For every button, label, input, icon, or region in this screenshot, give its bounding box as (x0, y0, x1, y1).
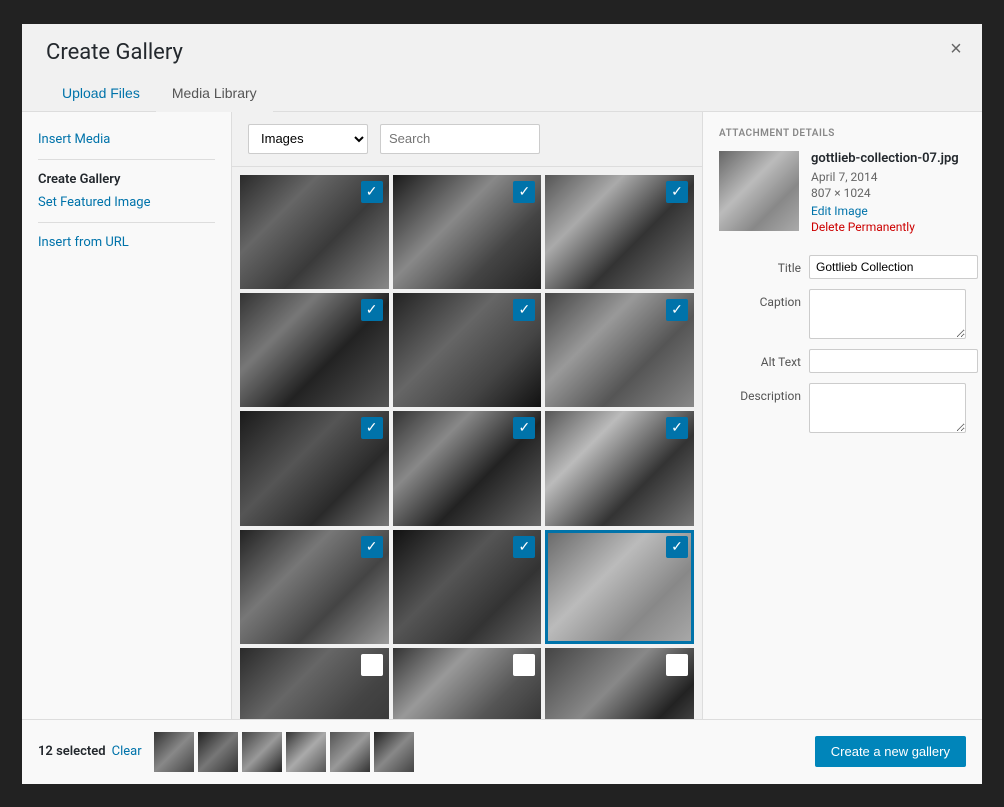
caption-label: Caption (719, 289, 809, 309)
attachment-details-title: ATTACHMENT DETAILS (719, 128, 966, 139)
check-badge: ✓ (666, 181, 688, 203)
sidebar: Insert Media Create Gallery Set Featured… (22, 112, 232, 719)
check-badge: ✓ (513, 536, 535, 558)
check-badge (513, 654, 535, 676)
tab-media-library[interactable]: Media Library (156, 77, 273, 112)
caption-input[interactable] (809, 289, 966, 339)
modal-overlay: Create Gallery Upload Files Media Librar… (0, 0, 1004, 807)
search-input[interactable] (380, 124, 540, 154)
check-badge (666, 654, 688, 676)
media-item[interactable] (240, 648, 389, 719)
media-grid-area[interactable]: ✓ ✓ ✓ ✓ (232, 167, 702, 719)
media-item[interactable]: ✓ (240, 175, 389, 289)
media-item[interactable]: ✓ (240, 293, 389, 407)
check-badge: ✓ (513, 417, 535, 439)
media-item[interactable] (545, 648, 694, 719)
filter-select[interactable]: Images (248, 124, 368, 154)
media-item[interactable] (393, 648, 542, 719)
media-grid: ✓ ✓ ✓ ✓ (240, 175, 694, 719)
check-badge: ✓ (666, 536, 688, 558)
selected-thumb (374, 732, 414, 772)
modal: Create Gallery Upload Files Media Librar… (22, 24, 982, 784)
alt-text-input[interactable] (809, 349, 978, 373)
attachment-panel: ATTACHMENT DETAILS gottlieb-collection-0… (702, 112, 982, 719)
modal-title: Create Gallery (46, 40, 958, 65)
close-button[interactable]: × (942, 36, 970, 64)
selected-thumb (330, 732, 370, 772)
media-toolbar: Images (232, 112, 702, 167)
attachment-info: gottlieb-collection-07.jpg April 7, 2014… (719, 151, 966, 239)
media-item[interactable]: ✓ (393, 293, 542, 407)
description-input[interactable] (809, 383, 966, 433)
selected-thumb (154, 732, 194, 772)
title-input[interactable] (809, 255, 978, 279)
sidebar-item-create-gallery[interactable]: Create Gallery (38, 168, 215, 191)
media-item[interactable]: ✓ (545, 411, 694, 525)
check-badge: ✓ (361, 299, 383, 321)
attachment-fields: Title Caption Alt Text Description (719, 255, 966, 433)
description-label: Description (719, 383, 809, 403)
selected-count: 12 selected (38, 744, 106, 759)
modal-header: Create Gallery Upload Files Media Librar… (22, 24, 982, 112)
attachment-thumbnail (719, 151, 799, 231)
check-badge (361, 654, 383, 676)
title-field-row: Title (719, 255, 966, 279)
check-badge: ✓ (513, 299, 535, 321)
selected-thumb (198, 732, 238, 772)
sidebar-divider-2 (38, 222, 215, 223)
alt-text-field-row: Alt Text (719, 349, 966, 373)
sidebar-item-set-featured[interactable]: Set Featured Image (38, 191, 215, 214)
description-field-row: Description (719, 383, 966, 433)
check-badge: ✓ (361, 536, 383, 558)
media-item[interactable]: ✓ (545, 293, 694, 407)
alt-text-label: Alt Text (719, 349, 809, 369)
modal-tabs: Upload Files Media Library (46, 77, 958, 111)
media-content: Images ✓ ✓ (232, 112, 702, 719)
check-badge: ✓ (361, 181, 383, 203)
media-item[interactable]: ✓ (393, 175, 542, 289)
media-item[interactable]: ✓ (393, 411, 542, 525)
media-item[interactable]: ✓ (240, 411, 389, 525)
check-badge: ✓ (666, 299, 688, 321)
sidebar-divider (38, 159, 215, 160)
create-gallery-button[interactable]: Create a new gallery (815, 736, 966, 767)
sidebar-item-insert-url[interactable]: Insert from URL (38, 231, 215, 254)
selected-thumbs (154, 732, 815, 772)
media-item[interactable]: ✓ (240, 530, 389, 644)
selected-thumb (242, 732, 282, 772)
check-badge: ✓ (513, 181, 535, 203)
tab-upload-files[interactable]: Upload Files (46, 77, 156, 112)
modal-body: Insert Media Create Gallery Set Featured… (22, 112, 982, 719)
clear-selection-link[interactable]: Clear (112, 744, 142, 759)
check-badge: ✓ (666, 417, 688, 439)
media-item-selected[interactable]: ✓ (545, 530, 694, 644)
check-badge: ✓ (361, 417, 383, 439)
caption-field-row: Caption (719, 289, 966, 339)
media-item[interactable]: ✓ (393, 530, 542, 644)
sidebar-item-insert-media[interactable]: Insert Media (38, 128, 215, 151)
title-label: Title (719, 255, 809, 275)
media-item[interactable]: ✓ (545, 175, 694, 289)
modal-footer: 12 selected Clear Create a new gallery (22, 719, 982, 784)
selected-thumb (286, 732, 326, 772)
